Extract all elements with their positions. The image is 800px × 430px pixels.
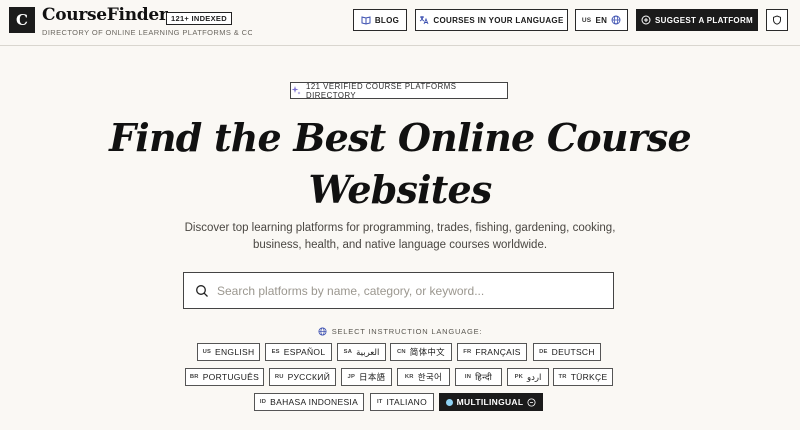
courses-in-language-label: COURSES IN YOUR LANGUAGE	[433, 15, 564, 25]
country-code: ES	[271, 349, 280, 355]
language-chip-label: ESPAÑOL	[283, 347, 326, 357]
courses-in-language-button[interactable]: COURSES IN YOUR LANGUAGE	[415, 9, 568, 31]
language-chip-japanese[interactable]: JP 日本語	[341, 368, 392, 386]
hero-subtitle: Discover top learning platforms for prog…	[170, 220, 630, 254]
country-code: US	[202, 349, 212, 355]
translate-icon	[419, 15, 429, 25]
language-chip-label: FRANÇAIS	[475, 347, 521, 357]
top-header: C CourseFinder 121+ INDEXED DIRECTORY OF…	[0, 0, 800, 46]
country-code: FR	[463, 349, 472, 355]
headline-line-2: Websites	[308, 167, 493, 212]
country-code: JP	[347, 374, 356, 380]
language-chip-label: ITALIANO	[386, 397, 428, 407]
country-code: IT	[376, 399, 383, 405]
search-bar[interactable]	[183, 272, 614, 309]
selected-dot-icon	[445, 398, 453, 406]
brand-name[interactable]: CourseFinder	[42, 5, 168, 25]
blog-label: BLOG	[374, 15, 400, 25]
language-chip-label: 한국어	[417, 372, 443, 382]
country-code: TR	[558, 374, 567, 380]
country-code: IN	[464, 374, 472, 380]
language-section-heading: SELECT INSTRUCTION LANGUAGE:	[0, 327, 800, 336]
country-code: RU	[274, 374, 284, 380]
selected-check-icon	[527, 397, 536, 407]
language-chip-francais[interactable]: FR FRANÇAIS	[457, 343, 527, 361]
subtitle-line-2: business, health, and native language co…	[252, 239, 548, 251]
language-chip-label: TÜRKÇE	[570, 372, 608, 382]
language-chip-portugues[interactable]: BR PORTUGUÊS	[185, 368, 264, 386]
language-chip-italiano[interactable]: IT ITALIANO	[370, 393, 434, 411]
language-chip-chinese[interactable]: CN 简体中文	[390, 343, 452, 361]
language-chip-hindi[interactable]: IN हिन्दी	[455, 368, 502, 386]
book-icon	[361, 15, 371, 25]
country-code: DE	[539, 349, 548, 355]
language-chip-label: हिन्दी	[475, 371, 493, 382]
language-chip-label: 简体中文	[409, 347, 445, 357]
language-chip-label: 日本語	[359, 372, 386, 382]
language-chip-deutsch[interactable]: DE DEUTSCH	[533, 343, 601, 361]
sparkle-icon	[291, 85, 301, 97]
language-heading-text: SELECT INSTRUCTION LANGUAGE:	[331, 327, 483, 336]
language-chip-label: DEUTSCH	[551, 347, 595, 357]
globe-icon	[318, 327, 327, 336]
indexed-count-badge: 121+ INDEXED	[166, 12, 232, 25]
search-icon	[195, 284, 209, 298]
subtitle-line-1: Discover top learning platforms for prog…	[184, 222, 616, 234]
blog-button[interactable]: BLOG	[353, 9, 407, 31]
suggest-platform-label: SUGGEST A PLATFORM	[655, 15, 753, 25]
language-chip-label: PORTUGUÊS	[202, 372, 260, 382]
language-chip-bahasa[interactable]: ID BAHASA INDONESIA	[254, 393, 364, 411]
country-code: ID	[259, 399, 267, 405]
language-chip-label: ENGLISH	[215, 347, 255, 357]
headline-line-1: Find the Best Online Course	[109, 115, 692, 160]
language-chip-arabic[interactable]: SA العربية	[337, 343, 386, 361]
language-chip-korean[interactable]: KR 한국어	[397, 368, 450, 386]
language-label: EN	[595, 15, 608, 25]
language-chip-label: BAHASA INDONESIA	[270, 397, 359, 407]
plus-circle-icon	[641, 15, 651, 25]
suggest-platform-button[interactable]: SUGGEST A PLATFORM	[636, 9, 758, 31]
verified-badge-text: 121 VERIFIED COURSE PLATFORMS DIRECTORY	[306, 81, 457, 100]
verified-platforms-badge: 121 VERIFIED COURSE PLATFORMS DIRECTORY	[290, 81, 508, 100]
page-headline: Find the Best Online Course Websites	[100, 112, 700, 216]
search-input[interactable]	[217, 283, 607, 298]
language-chip-label: اردو	[527, 371, 542, 382]
language-chip-espanol[interactable]: ES ESPAÑOL	[265, 343, 332, 361]
country-code: BR	[189, 374, 199, 380]
language-chip-russian[interactable]: RU РУССКИЙ	[269, 368, 336, 386]
shield-icon	[772, 15, 782, 25]
language-chip-label: MULTILINGUAL	[456, 397, 524, 407]
language-chip-multilingual[interactable]: MULTILINGUAL	[439, 393, 543, 411]
privacy-shield-button[interactable]	[766, 9, 788, 31]
language-chip-turkce[interactable]: TR TÜRKÇE	[553, 368, 613, 386]
language-chip-english[interactable]: US ENGLISH	[197, 343, 260, 361]
country-code: KR	[404, 374, 414, 380]
language-selector[interactable]: US EN	[575, 9, 628, 31]
country-code: SA	[343, 349, 353, 355]
country-code: US	[581, 16, 592, 24]
language-chip-urdu[interactable]: PK اردو	[507, 368, 549, 386]
language-chip-label: العربية	[356, 346, 380, 357]
country-code: CN	[397, 349, 406, 355]
brand-tagline: DIRECTORY OF ONLINE LEARNING PLATFORMS &…	[42, 28, 252, 37]
country-code: PK	[514, 374, 524, 380]
logo-mark[interactable]: C	[9, 7, 35, 33]
globe-icon	[611, 15, 621, 25]
language-chip-label: РУССКИЙ	[287, 372, 331, 382]
